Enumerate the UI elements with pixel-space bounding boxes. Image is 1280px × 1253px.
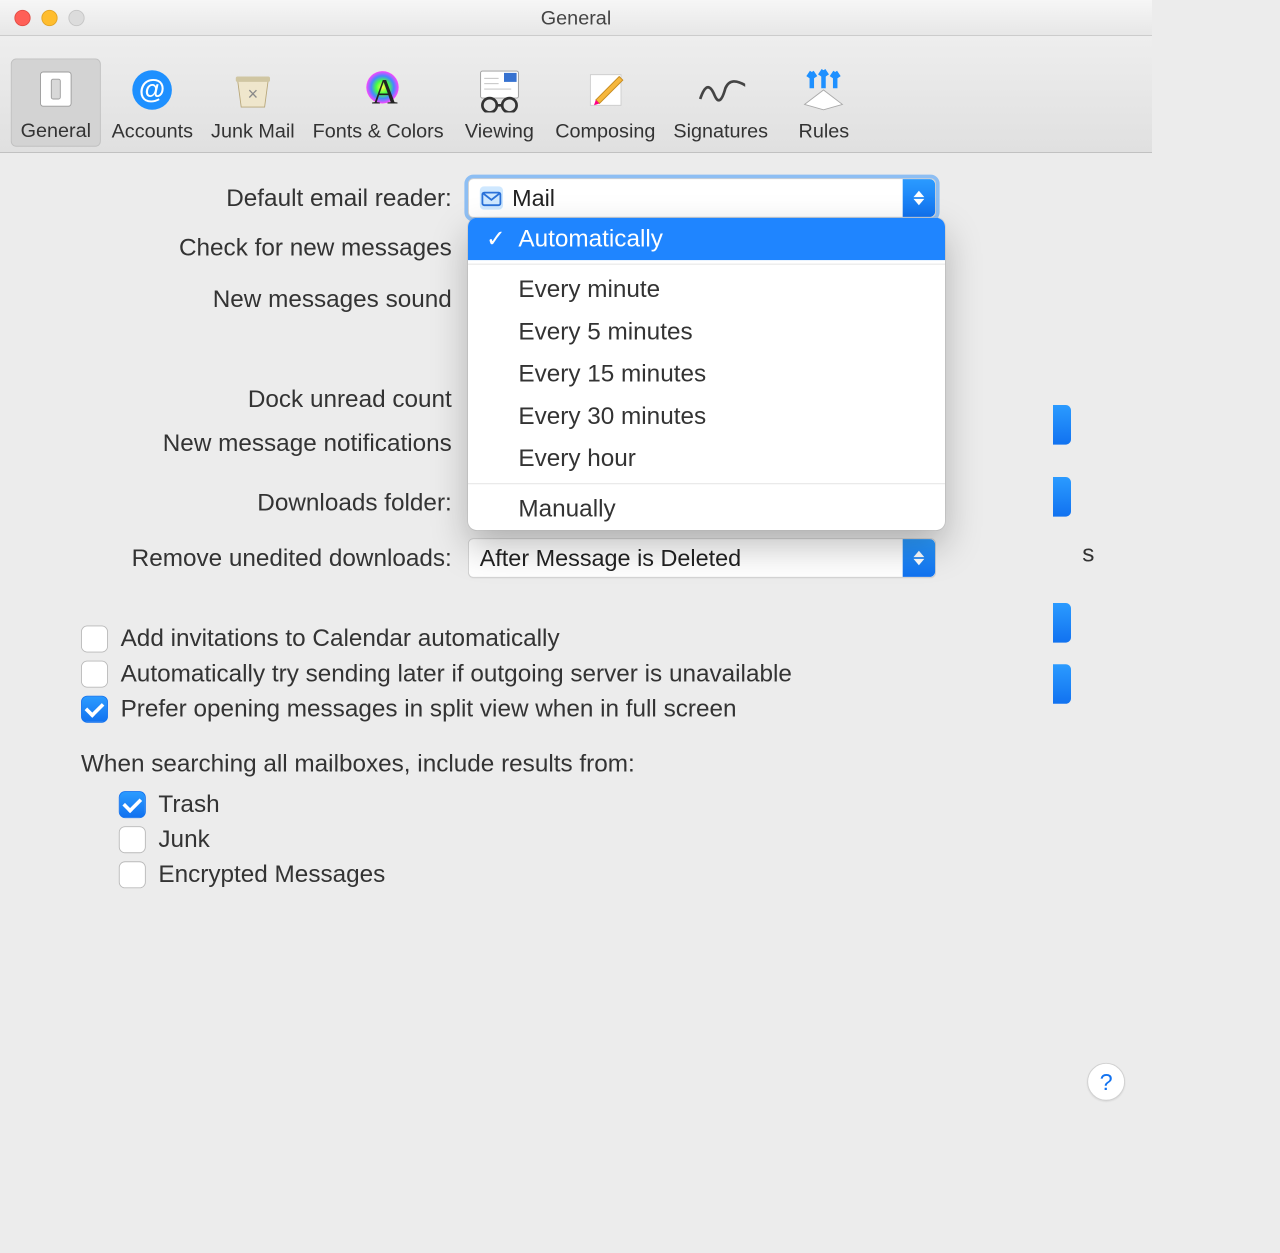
- check-search-trash[interactable]: Trash: [119, 790, 1071, 818]
- tab-label: Rules: [799, 120, 850, 143]
- checkbox-label: Encrypted Messages: [158, 860, 385, 888]
- svg-text:×: ×: [248, 84, 259, 104]
- check-auto-retry[interactable]: Automatically try sending later if outgo…: [81, 660, 1071, 688]
- popup-stepper-icon: [903, 539, 935, 577]
- zoom-window-button[interactable]: [68, 9, 84, 25]
- menu-option-manually[interactable]: Manually: [468, 488, 945, 530]
- tab-label: Signatures: [673, 120, 768, 143]
- tab-label: Composing: [555, 120, 655, 143]
- check-search-junk[interactable]: Junk: [119, 825, 1071, 853]
- svg-text:@: @: [139, 74, 165, 104]
- composing-icon: [581, 66, 630, 115]
- help-button[interactable]: ?: [1087, 1063, 1125, 1101]
- viewing-icon: [475, 66, 524, 115]
- remove-downloads-popup[interactable]: After Message is Deleted: [468, 538, 936, 578]
- hidden-popup-stepper[interactable]: [1053, 405, 1071, 445]
- prefs-content: Default email reader: Mail Check for new…: [0, 153, 1152, 923]
- remove-downloads-value: After Message is Deleted: [480, 544, 741, 572]
- prefs-toolbar: General @ Accounts × Junk Mail A Fonts &…: [0, 36, 1152, 153]
- tab-composing[interactable]: Composing: [548, 60, 663, 146]
- popup-stepper-icon: [903, 179, 935, 217]
- fonts-colors-icon: A: [354, 66, 403, 115]
- tab-general[interactable]: General: [11, 59, 101, 147]
- checkbox[interactable]: [119, 826, 146, 853]
- tab-viewing[interactable]: Viewing: [454, 60, 544, 146]
- check-search-encrypted[interactable]: Encrypted Messages: [119, 860, 1071, 888]
- window-title: General: [0, 6, 1152, 29]
- hidden-popup-stepper[interactable]: [1053, 664, 1071, 704]
- menu-separator: [468, 264, 945, 265]
- obscured-text: s: [1082, 540, 1094, 568]
- check-messages-label: Check for new messages: [81, 234, 468, 262]
- tab-label: Accounts: [112, 120, 193, 143]
- checkbox-label: Junk: [158, 825, 209, 853]
- checkbox[interactable]: [119, 791, 146, 818]
- checkbox[interactable]: [81, 660, 108, 687]
- remove-downloads-label: Remove unedited downloads:: [81, 544, 468, 572]
- dock-count-label: Dock unread count: [81, 385, 468, 413]
- menu-option-every-5-minutes[interactable]: Every 5 minutes: [468, 311, 945, 353]
- checkbox-label: Trash: [158, 790, 219, 818]
- checkbox-label: Automatically try sending later if outgo…: [121, 660, 792, 688]
- tab-signatures[interactable]: Signatures: [666, 60, 775, 146]
- checkbox[interactable]: [81, 625, 108, 652]
- menu-option-every-hour[interactable]: Every hour: [468, 437, 945, 479]
- checkbox[interactable]: [119, 861, 146, 888]
- tab-label: Viewing: [465, 120, 534, 143]
- check-add-invitations[interactable]: Add invitations to Calendar automaticall…: [81, 625, 1071, 653]
- downloads-folder-label: Downloads folder:: [81, 488, 468, 516]
- tab-accounts[interactable]: @ Accounts: [104, 60, 200, 146]
- checkbox-label: Add invitations to Calendar automaticall…: [121, 625, 560, 653]
- checkbox-label: Prefer opening messages in split view wh…: [121, 695, 737, 723]
- menu-option-every-minute[interactable]: Every minute: [468, 268, 945, 310]
- sound-label: New messages sound: [81, 285, 468, 313]
- accounts-icon: @: [128, 66, 177, 115]
- titlebar: General: [0, 0, 1152, 36]
- checkbox[interactable]: [81, 695, 108, 722]
- menu-option-every-15-minutes[interactable]: Every 15 minutes: [468, 353, 945, 395]
- window-controls: [14, 9, 84, 25]
- junk-mail-icon: ×: [229, 66, 278, 115]
- check-messages-menu[interactable]: Automatically Every minute Every 5 minut…: [468, 218, 945, 530]
- close-window-button[interactable]: [14, 9, 30, 25]
- menu-option-automatically[interactable]: Automatically: [468, 218, 945, 260]
- tab-junk-mail[interactable]: × Junk Mail: [204, 60, 302, 146]
- tab-fonts-colors[interactable]: A Fonts & Colors: [305, 60, 450, 146]
- signatures-icon: [696, 66, 745, 115]
- search-section-title: When searching all mailboxes, include re…: [81, 750, 1071, 778]
- tab-rules[interactable]: Rules: [779, 60, 869, 146]
- notifications-label: New message notifications: [81, 429, 468, 457]
- svg-text:A: A: [372, 72, 398, 112]
- mail-app-icon: [480, 186, 503, 209]
- menu-option-every-30-minutes[interactable]: Every 30 minutes: [468, 395, 945, 437]
- default-reader-popup[interactable]: Mail: [468, 178, 936, 218]
- tab-label: General: [21, 119, 91, 142]
- minimize-window-button[interactable]: [41, 9, 57, 25]
- menu-separator: [468, 483, 945, 484]
- tab-label: Junk Mail: [211, 120, 295, 143]
- check-split-view[interactable]: Prefer opening messages in split view wh…: [81, 695, 1071, 723]
- tab-label: Fonts & Colors: [313, 120, 444, 143]
- rules-icon: [800, 66, 849, 115]
- default-reader-value: Mail: [512, 184, 555, 212]
- general-icon: [32, 65, 81, 114]
- hidden-popup-stepper[interactable]: [1053, 603, 1071, 643]
- default-reader-label: Default email reader:: [81, 184, 468, 212]
